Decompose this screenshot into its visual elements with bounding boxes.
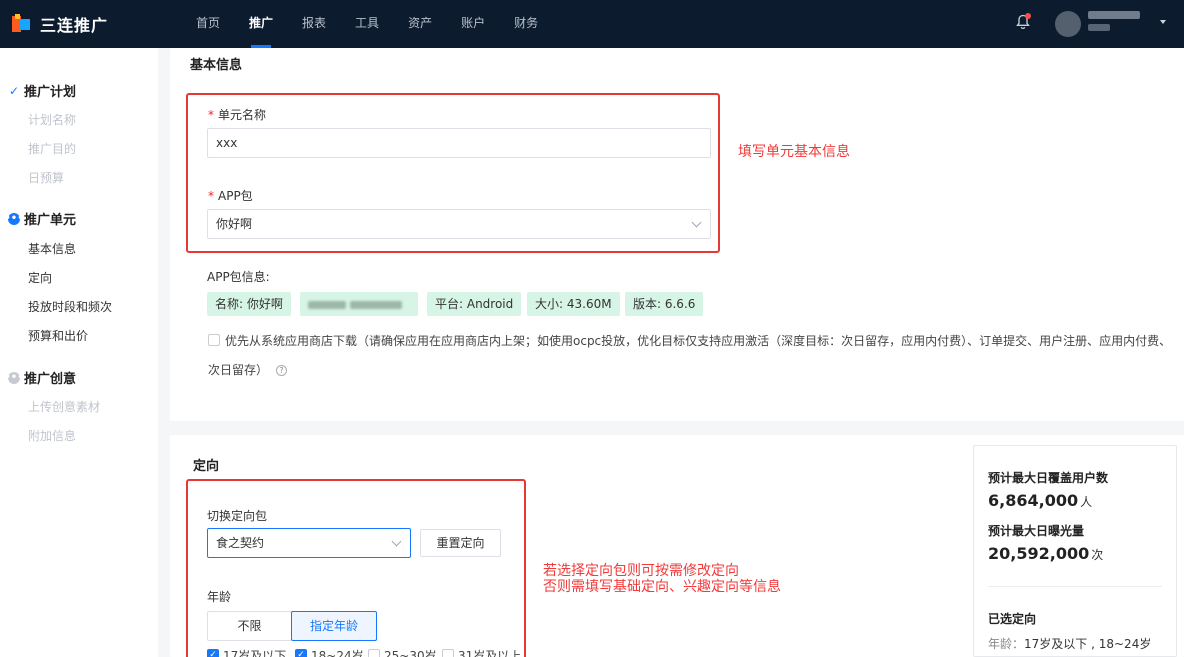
age-option-label: 17岁及以下 — [223, 649, 287, 657]
tag-blurred — [300, 292, 418, 316]
age-option-checkbox[interactable] — [368, 649, 380, 657]
age-specific-button[interactable]: 指定年龄 — [291, 611, 377, 641]
account-name-blurred[interactable] — [1088, 11, 1144, 31]
nav-item-reports[interactable]: 报表 — [288, 0, 340, 48]
app-package-select[interactable]: 你好啊 — [207, 209, 711, 239]
nav-item-tools[interactable]: 工具 — [341, 0, 393, 48]
store-priority-checkbox[interactable] — [208, 334, 220, 346]
sidebar-item-schedule-frequency[interactable]: 投放时段和频次 — [28, 298, 112, 315]
targeting-package-select[interactable]: 食之契约 — [207, 528, 411, 558]
nav-item-promotion[interactable]: 推广 — [235, 0, 287, 48]
selected-age: 年龄：17岁及以下 , 18~24岁 — [988, 637, 1152, 651]
nav-item-finance[interactable]: 财务 — [500, 0, 552, 48]
selected-targeting-title: 已选定向 — [988, 612, 1037, 626]
notification-dot — [1025, 13, 1031, 19]
tag-size: 大小: 43.60M — [527, 292, 620, 316]
age-label: 年龄 — [207, 590, 232, 604]
age-option-checkbox[interactable] — [442, 649, 454, 657]
age-option-label: 25~30岁 — [384, 649, 437, 657]
sidebar-item-targeting[interactable]: 定向 — [28, 269, 52, 286]
reset-targeting-button[interactable]: 重置定向 — [420, 529, 501, 557]
app-info-label: APP包信息: — [207, 270, 270, 284]
chevron-down-icon — [391, 536, 402, 547]
annotation-basic: 填写单元基本信息 — [738, 144, 850, 160]
sidebar-group-plan[interactable]: ✓ 推广计划 — [8, 81, 76, 101]
bell-icon[interactable] — [1016, 13, 1031, 30]
nav-item-home[interactable]: 首页 — [182, 0, 234, 48]
age-option-label: 18~24岁 — [311, 649, 364, 657]
est-users-label: 预计最大日覆盖用户数 — [988, 471, 1109, 485]
age-option-checkbox[interactable]: ✓ — [295, 649, 307, 657]
targeting-package-label: 切换定向包 — [207, 509, 268, 523]
help-icon[interactable]: ? — [276, 365, 288, 376]
basic-info-title: 基本信息 — [190, 58, 243, 73]
annotation-targeting-1: 若选择定向包则可按需修改定向 — [543, 563, 739, 579]
check-icon: ✓ — [8, 83, 20, 98]
logo-text: 三连推广 — [40, 16, 109, 35]
sidebar-group-creative[interactable]: ••• 推广创意 — [4, 368, 76, 387]
unit-name-input[interactable] — [207, 128, 711, 158]
sidebar-item-extra-info[interactable]: 附加信息 — [28, 427, 76, 444]
targeting-title: 定向 — [193, 459, 220, 474]
estimate-panel: 预计最大日覆盖用户数 6,864,000 人 预计最大日曝光量 20,592,00… — [973, 445, 1177, 657]
divider — [988, 586, 1162, 587]
unit-name-label: * 单元名称 — [208, 108, 267, 122]
app-logo[interactable]: 三连推广 — [12, 12, 108, 36]
store-priority-note: 优先从系统应用商店下载（请确保应用在应用商店内上架；如使用ocpc投放，优化目标… — [225, 334, 1172, 348]
sidebar-item-promo-goal[interactable]: 推广目的 — [28, 140, 76, 157]
sidebar-item-upload-creative[interactable]: 上传创意素材 — [28, 398, 100, 415]
sidebar-item-plan-name[interactable]: 计划名称 — [28, 111, 76, 128]
tag-version: 版本: 6.6.6 — [625, 292, 704, 316]
store-priority-note-cont: 次日留存）? — [208, 361, 288, 378]
est-users-value: 6,864,000 人 — [988, 491, 1093, 510]
progress-dot-icon: ••• — [4, 212, 24, 225]
sidebar-item-basic-info[interactable]: 基本信息 — [28, 240, 76, 257]
annotation-targeting-2: 否则需填写基础定向、兴趣定向等信息 — [543, 579, 781, 595]
app-package-label: * APP包 — [208, 189, 253, 203]
sidebar-item-budget-bid[interactable]: 预算和出价 — [28, 327, 88, 344]
sidebar: ✓ 推广计划 计划名称 推广目的 日预算 ••• 推广单元 基本信息 定向 投放… — [0, 48, 158, 657]
tag-platform: 平台: Android — [427, 292, 522, 316]
caret-down-icon[interactable] — [1160, 20, 1166, 24]
sidebar-group-unit[interactable]: ••• 推广单元 — [4, 209, 76, 228]
est-exposure-label: 预计最大日曝光量 — [988, 524, 1085, 538]
est-exposure-value: 20,592,000 次 — [988, 544, 1104, 563]
chevron-down-icon — [691, 217, 702, 228]
tag-app-name: 名称: 你好啊 — [207, 292, 291, 316]
app-package-value: 你好啊 — [216, 217, 253, 231]
main-nav: 首页 推广 报表 工具 资产 账户 财务 — [182, 0, 553, 48]
avatar[interactable] — [1055, 11, 1081, 37]
progress-dot-icon: ••• — [4, 371, 24, 384]
age-option-label: 31岁及以上 — [458, 649, 522, 657]
logo-icon — [12, 14, 32, 34]
nav-item-account[interactable]: 账户 — [447, 0, 499, 48]
age-unlimited-button[interactable]: 不限 — [207, 611, 292, 641]
nav-item-assets[interactable]: 资产 — [394, 0, 446, 48]
sidebar-item-daily-budget[interactable]: 日预算 — [28, 169, 64, 186]
age-option-checkbox[interactable]: ✓ — [207, 649, 219, 657]
top-nav-bar: 三连推广 首页 推广 报表 工具 资产 账户 财务 — [0, 0, 1184, 48]
targeting-package-value: 食之契约 — [216, 536, 265, 550]
